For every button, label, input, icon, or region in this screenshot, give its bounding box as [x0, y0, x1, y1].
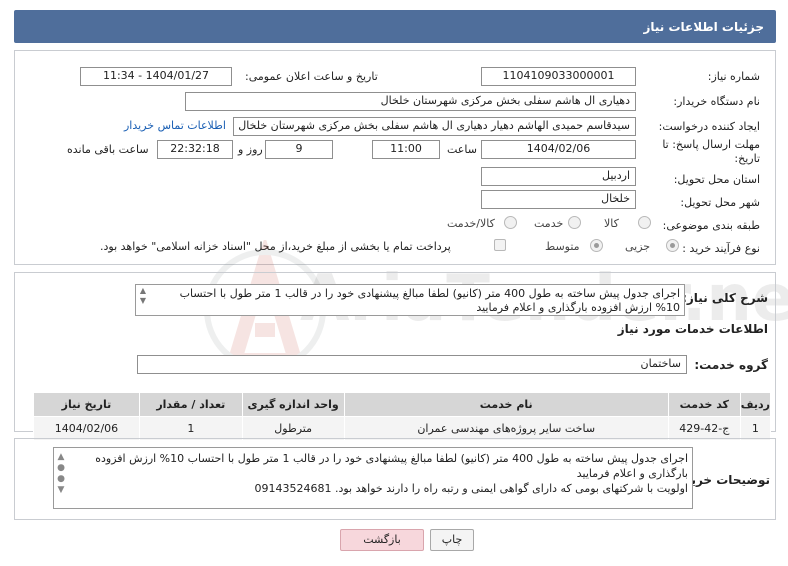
need-number-label: شماره نیاز:	[707, 70, 760, 83]
services-title: اطلاعات خدمات مورد نیاز	[617, 322, 768, 336]
summary-text: اجرای جدول پیش ساخته به طول 400 متر (کان…	[179, 287, 680, 314]
services-table: ردیف کد خدمت نام خدمت واحد اندازه گیری ت…	[33, 392, 772, 441]
remaining-days-field: 9	[265, 140, 333, 159]
category-goods-service-radio[interactable]	[504, 216, 517, 229]
purchase-type-partial-option: جزیی	[625, 240, 651, 253]
cell-name: ساخت سایر پروژه‌های مهندسی عمران	[343, 416, 669, 441]
category-goods-radio[interactable]	[638, 216, 651, 229]
category-label: طبقه بندی موضوعی:	[662, 219, 760, 232]
deadline-label: مهلت ارسال پاسخ: تا تاریخ:	[662, 138, 760, 165]
cell-unit: مترطول	[241, 416, 345, 441]
cell-code: ج-42-429	[667, 416, 741, 441]
remaining-days-label: روز و	[238, 143, 263, 156]
treasury-checkbox[interactable]	[494, 239, 506, 251]
buyer-contact-link[interactable]: اطلاعات تماس خریدار	[124, 119, 226, 132]
col-row-header: ردیف	[739, 392, 772, 417]
back-button[interactable]: بازگشت	[340, 529, 424, 551]
buyer-org-field: دهیاری ال هاشم سفلی بخش مرکزی شهرستان خل…	[185, 92, 636, 111]
summary-textarea[interactable]: اجرای جدول پیش ساخته به طول 400 متر (کان…	[135, 284, 685, 316]
announce-datetime-label: تاریخ و ساعت اعلان عمومی:	[245, 70, 378, 83]
category-service-radio[interactable]	[568, 216, 581, 229]
purchase-type-medium-radio[interactable]	[590, 239, 603, 252]
category-service-option: خدمت	[534, 217, 564, 230]
buyer-notes-textarea[interactable]: اجرای جدول پیش ساخته به طول 400 متر (کان…	[53, 447, 693, 509]
province-label: استان محل تحویل:	[673, 173, 760, 186]
need-number-field: 1104109033000001	[481, 67, 636, 86]
service-group-field: ساختمان	[137, 355, 687, 374]
buyer-notes-line1: اجرای جدول پیش ساخته به طول 400 متر (کان…	[95, 452, 688, 480]
city-label: شهر محل تحویل:	[680, 196, 760, 209]
col-name-header: نام خدمت	[343, 392, 669, 417]
col-qty-header: تعداد / مقدار	[138, 392, 243, 417]
summary-scroll-icon[interactable]: ▲ ▼	[137, 286, 149, 306]
cell-row: 1	[739, 416, 772, 441]
col-code-header: کد خدمت	[667, 392, 741, 417]
province-field: اردبیل	[481, 167, 636, 186]
category-goods-service-option: کالا/خدمت	[447, 217, 495, 230]
category-goods-option: کالا	[604, 217, 619, 230]
deadline-date-field: 1404/02/06	[481, 140, 636, 159]
page-header: جزئیات اطلاعات نیاز	[14, 10, 776, 43]
cell-date: 1404/02/06	[33, 416, 140, 441]
col-date-header: تاریخ نیاز	[33, 392, 140, 417]
remaining-time-label: ساعت باقی مانده	[67, 143, 149, 156]
requester-field: سیدقاسم حمیدی الهاشم دهیار دهیاری ال هاش…	[233, 117, 636, 136]
treasury-note: پرداخت تمام یا بخشی از مبلغ خرید،از محل …	[100, 240, 451, 253]
table-header-row: ردیف کد خدمت نام خدمت واحد اندازه گیری ت…	[33, 392, 772, 417]
city-field: خلخال	[481, 190, 636, 209]
purchase-type-label: نوع فرآیند خرید :	[682, 242, 760, 255]
cell-qty: 1	[138, 416, 243, 441]
service-group-label: گروه خدمت:	[694, 358, 768, 372]
requester-label: ایجاد کننده درخواست:	[658, 120, 760, 133]
buyer-notes-scroll-icon[interactable]: ▲ ● ● ▼	[56, 452, 66, 496]
remaining-time-field: 22:32:18	[157, 140, 233, 159]
buyer-notes-line2: اولویت با شرکتهای بومی که دارای گواهی ای…	[254, 482, 688, 495]
col-unit-header: واحد اندازه گیری	[241, 392, 345, 417]
summary-label: شرح کلی نیاز:	[682, 291, 768, 305]
purchase-type-medium-option: متوسط	[545, 240, 580, 253]
page-title: جزئیات اطلاعات نیاز	[643, 20, 764, 34]
deadline-time-label: ساعت	[447, 143, 477, 156]
announce-datetime-field: 1404/01/27 - 11:34	[80, 67, 232, 86]
table-row: 1 ج-42-429 ساخت سایر پروژه‌های مهندسی عم…	[33, 416, 772, 441]
buyer-org-label: نام دستگاه خریدار:	[673, 95, 760, 108]
print-button[interactable]: چاپ	[430, 529, 474, 551]
purchase-type-partial-radio[interactable]	[666, 239, 679, 252]
deadline-time-field: 11:00	[372, 140, 440, 159]
